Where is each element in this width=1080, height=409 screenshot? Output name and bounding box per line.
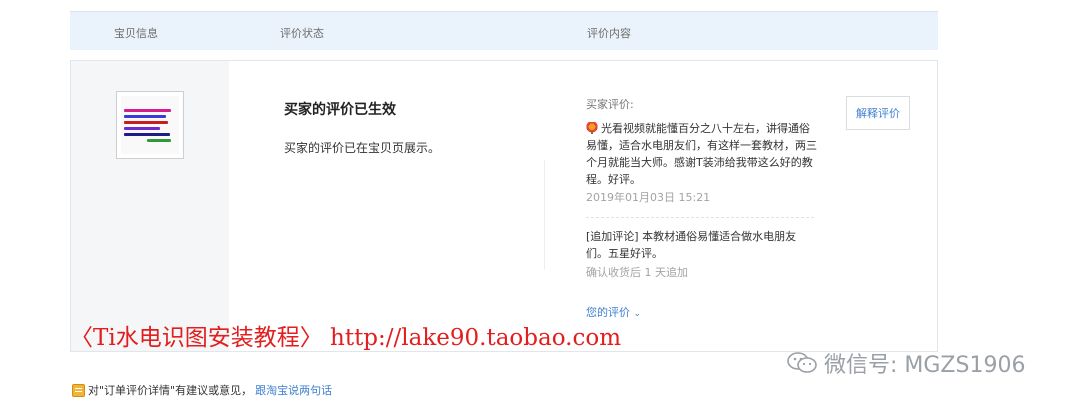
review-date: 2019年01月03日 15:21 [586, 191, 711, 204]
buyer-review-label: 买家评价: [586, 98, 634, 111]
header-item-info: 宝贝信息 [114, 27, 158, 40]
feedback-text: 对"订单评价详情"有建议或意见， [88, 384, 253, 397]
watermark-text: 〈Ti水电识图安装教程〉 http://lake90.taobao.com [70, 325, 622, 351]
review-divider [586, 217, 814, 218]
product-thumbnail[interactable] [116, 91, 184, 159]
append-review-time: 确认收货后 1 天追加 [586, 266, 688, 279]
column-divider [544, 160, 545, 270]
chevron-down-icon: ⌄ [633, 309, 642, 319]
review-status-title: 买家的评价已生效 [284, 102, 396, 118]
explain-review-button[interactable]: 解释评价 [846, 96, 910, 130]
product-thumbnail-image [121, 96, 179, 154]
flower-icon [586, 122, 598, 134]
append-review-text: [追加评论] 本教材通俗易懂适合做水电朋友们。五星好评。 [586, 230, 797, 260]
wechat-icon [787, 352, 817, 373]
buyer-review-body: 光看视频就能懂百分之八十左右，讲得通俗易懂，适合水电朋友们，有这样一套教材，两三… [586, 122, 817, 186]
review-content: 买家评价: 光看视频就能懂百分之八十左右，讲得通俗易懂，适合水电朋友们，有这样一… [586, 96, 818, 281]
review-status-text: 买家的评价已在宝贝页展示。 [284, 141, 441, 155]
wechat-id: 微信号: MGZS1906 [824, 353, 1026, 378]
feedback-link[interactable]: 跟淘宝说两句话 [255, 382, 332, 398]
header-review-content: 评价内容 [587, 27, 631, 40]
item-info-column [71, 61, 229, 351]
wechat-watermark: 微信号: MGZS1906 [786, 347, 1025, 379]
feedback-footer: 对"订单评价详情"有建议或意见， 跟淘宝说两句话 [72, 382, 332, 398]
table-header: 宝贝信息 评价状态 评价内容 [70, 11, 938, 50]
buyer-review-text: 光看视频就能懂百分之八十左右，讲得通俗易懂，适合水电朋友们，有这样一套教材，两三… [586, 120, 818, 188]
header-review-status: 评价状态 [280, 27, 324, 40]
feedback-icon [72, 383, 85, 397]
